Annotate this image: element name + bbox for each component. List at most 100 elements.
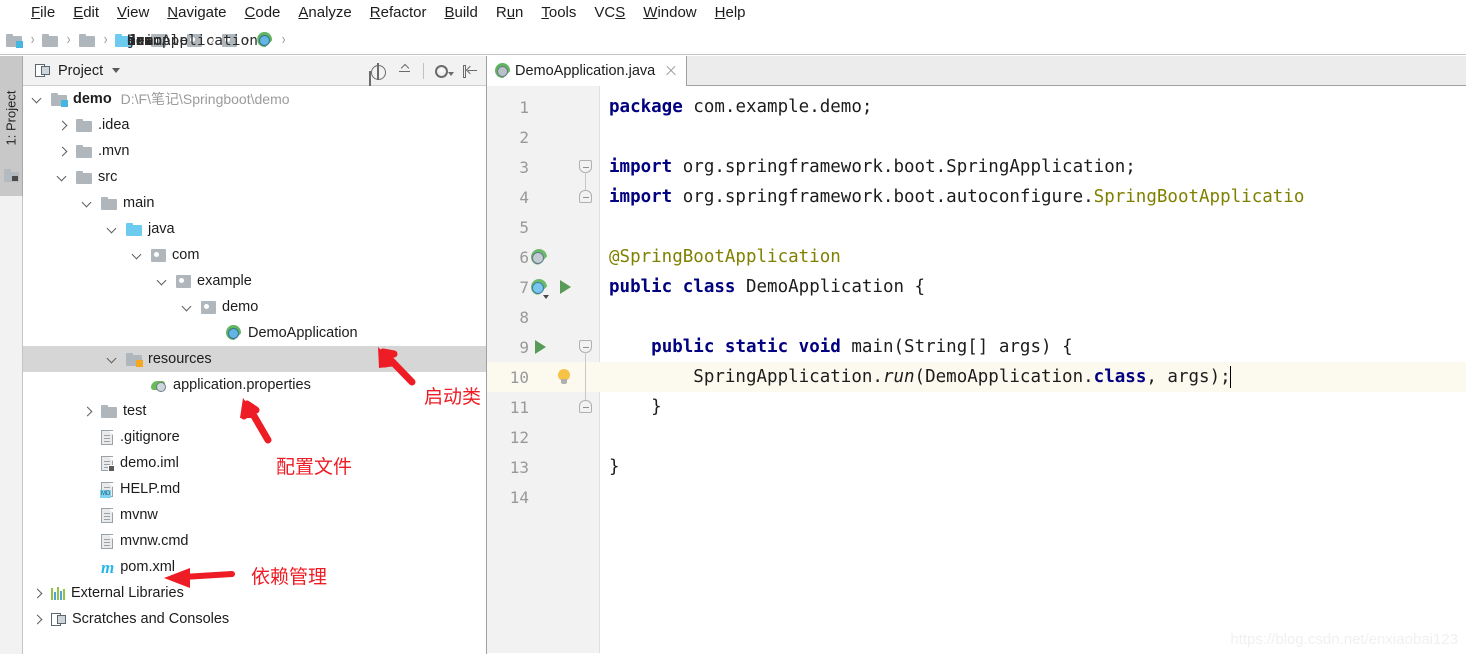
editor-tab-demoapplication[interactable]: DemoApplication.java (487, 56, 687, 86)
line-number: 2 (519, 127, 529, 147)
code-line[interactable]: 1 package com.example.demo; (487, 92, 1466, 122)
chevron-down-icon[interactable] (106, 223, 119, 236)
gear-icon[interactable] (434, 63, 454, 80)
tree-row[interactable]: resources (23, 346, 486, 372)
code-line[interactable]: 12 (487, 422, 1466, 452)
project-tree[interactable]: demo D:\F\笔记\Springboot\demo .idea .mvn src m… (23, 86, 486, 653)
tree-row[interactable]: DemoApplication (23, 320, 486, 346)
chevron-right-icon[interactable] (56, 145, 69, 158)
target-icon[interactable] (369, 62, 386, 80)
module-folder-icon (6, 33, 23, 48)
code-line[interactable]: 8 (487, 302, 1466, 332)
menu-item-window[interactable]: Window (634, 0, 705, 26)
tree-row[interactable]: mvnw.cmd (23, 528, 486, 554)
code-line[interactable]: 14 (487, 482, 1466, 512)
chevron-down-icon[interactable] (156, 275, 169, 288)
fold-connector (585, 172, 586, 190)
chevron-right-icon[interactable] (56, 119, 69, 132)
tree-row[interactable]: application.properties (23, 372, 486, 398)
tree-row[interactable]: .idea (23, 112, 486, 138)
tree-row[interactable]: demo D:\F\笔记\Springboot\demo (23, 86, 486, 112)
breadcrumb-item-demoapplication[interactable]: DemoApplication (127, 32, 273, 49)
tree-row[interactable]: src (23, 164, 486, 190)
menu-item-edit[interactable]: Edit (64, 0, 108, 26)
tree-row[interactable]: External Libraries (23, 580, 486, 606)
run-icon[interactable] (535, 340, 546, 354)
breadcrumb-item-src[interactable]: src (42, 33, 153, 49)
tree-row[interactable]: com (23, 242, 486, 268)
folder-icon (76, 118, 92, 132)
editor-tab-label: DemoApplication.java (515, 63, 656, 79)
tree-row[interactable]: Scratches and Consoles (23, 606, 486, 632)
line-number: 11 (509, 397, 529, 417)
code-line[interactable]: 9 public static void main(String[] args)… (487, 332, 1466, 362)
code-line[interactable]: 5 (487, 212, 1466, 242)
chevron-down-icon[interactable] (112, 68, 121, 73)
code-line[interactable]: 7 public class DemoApplication { (487, 272, 1466, 302)
tree-row[interactable]: .gitignore (23, 424, 486, 450)
chevron-right-icon[interactable] (31, 613, 44, 626)
code-line[interactable]: 4 import org.springframework.boot.autocon… (487, 182, 1466, 212)
gutter-icon-slot (531, 482, 599, 512)
code-line[interactable]: 13} (487, 452, 1466, 482)
tree-row[interactable]: java (23, 216, 486, 242)
chevron-down-icon[interactable] (81, 197, 94, 210)
code-text: import org.springframework.boot.SpringAp… (609, 157, 1136, 177)
breadcrumb-item-main[interactable]: main (78, 33, 162, 49)
menu-item-run[interactable]: Run (487, 0, 533, 26)
fold-connector (585, 352, 586, 400)
menu-item-vcs[interactable]: VCS (585, 0, 634, 26)
line-number: 6 (519, 247, 529, 267)
chevron-down-icon[interactable] (31, 93, 44, 106)
run-icon[interactable] (560, 280, 571, 294)
menu-item-build[interactable]: Build (435, 0, 486, 26)
tree-row[interactable]: .mvn (23, 138, 486, 164)
code-text: SpringApplication. run (DemoApplication. cl… (609, 366, 1232, 388)
collapse-all-icon[interactable] (396, 63, 413, 80)
code-line[interactable]: 2 (487, 122, 1466, 152)
spring-class-icon (257, 32, 273, 48)
chevron-down-icon[interactable] (131, 249, 144, 262)
chevron-down-icon[interactable] (106, 353, 119, 366)
menu-item-refactor[interactable]: Refactor (361, 0, 436, 26)
code-editor[interactable]: 1 package com.example.demo; 2 3 import org.s… (487, 86, 1466, 653)
tree-row[interactable]: demo.iml (23, 450, 486, 476)
tree-row[interactable]: main (23, 190, 486, 216)
gutter-icon-slot (531, 212, 599, 242)
chevron-right-icon[interactable] (81, 405, 94, 418)
menu-item-code[interactable]: Code (236, 0, 290, 26)
menu-item-navigate[interactable]: Navigate (158, 0, 235, 26)
menu-item-file[interactable]: File (22, 0, 64, 26)
tree-row-label: External Libraries (71, 585, 184, 601)
menu-item-analyze[interactable]: Analyze (289, 0, 360, 26)
code-fold-toggle[interactable] (579, 190, 592, 203)
toolwindow-tab-project[interactable]: 1: Project (0, 56, 23, 196)
resource-folder-icon (126, 352, 143, 367)
tree-row[interactable]: MD HELP.md (23, 476, 486, 502)
menu-item-view[interactable]: View (108, 0, 158, 26)
intention-bulb-icon[interactable] (557, 369, 571, 385)
code-line[interactable]: 11 } (487, 392, 1466, 422)
spring-bean-gutter-icon[interactable] (531, 248, 548, 266)
menu-item-help[interactable]: Help (706, 0, 755, 26)
close-icon[interactable] (665, 65, 677, 77)
tree-row[interactable]: mvnw (23, 502, 486, 528)
tree-row-label: .idea (98, 117, 130, 133)
menu-item-tools[interactable]: Tools (532, 0, 585, 26)
hide-panel-icon[interactable] (461, 63, 478, 80)
chevron-right-icon[interactable] (31, 587, 44, 600)
tree-row[interactable]: test (23, 398, 486, 424)
code-fold-toggle[interactable] (579, 400, 592, 413)
tree-row-label: Scratches and Consoles (72, 611, 230, 627)
chevron-down-icon[interactable] (181, 301, 194, 314)
spring-boot-gutter-icon[interactable] (531, 278, 549, 299)
tree-row[interactable]: example (23, 268, 486, 294)
code-line[interactable]: 6 @SpringBootApplication (487, 242, 1466, 272)
code-line[interactable]: 3 import org.springframework.boot.SpringA… (487, 152, 1466, 182)
code-line[interactable]: 10 SpringApplication. run (DemoApplication… (487, 362, 1466, 392)
tree-row[interactable]: demo (23, 294, 486, 320)
chevron-down-icon[interactable] (56, 171, 69, 184)
tree-row[interactable]: m pom.xml (23, 554, 486, 580)
breadcrumb-item-demo[interactable]: demo (6, 33, 162, 49)
folder-icon (76, 144, 92, 158)
